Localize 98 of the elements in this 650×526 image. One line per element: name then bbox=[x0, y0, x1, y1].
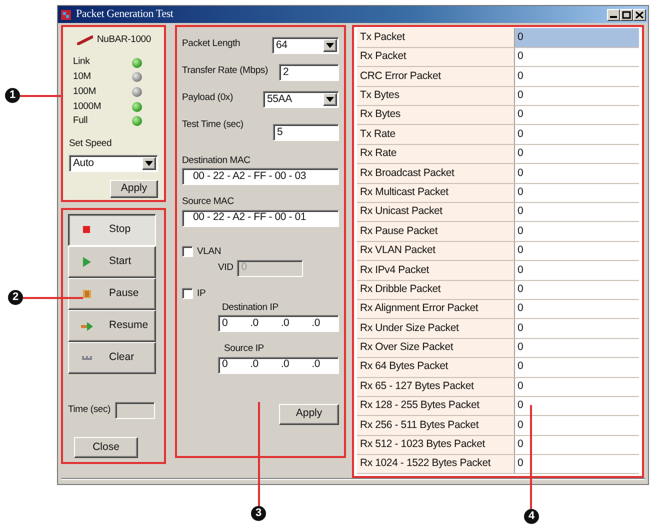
field-label: Test Time (sec) bbox=[182, 118, 244, 132]
statistic-name: Rx Rate bbox=[357, 144, 514, 164]
statistic-name: Rx 512 - 1023 Bytes Packet bbox=[357, 435, 514, 455]
statistic-value[interactable]: 0 bbox=[514, 47, 639, 67]
action-button[interactable]: Pause bbox=[68, 278, 156, 310]
statistic-value[interactable]: 0 bbox=[514, 28, 639, 48]
action-button[interactable]: Start bbox=[68, 246, 156, 278]
statistic-value[interactable]: 0 bbox=[514, 338, 639, 358]
arrow-icon bbox=[81, 320, 93, 332]
callout-number: 2 bbox=[8, 290, 23, 305]
callout-number: 4 bbox=[524, 509, 539, 524]
device-name: NuBAR-1000 bbox=[97, 33, 151, 47]
statistic-value[interactable]: 0 bbox=[514, 144, 639, 164]
statistic-value[interactable]: 0 bbox=[514, 124, 639, 144]
statistic-value[interactable]: 0 bbox=[514, 222, 639, 242]
statistic-name: Rx Bytes bbox=[357, 106, 514, 125]
statistic-name: Rx Over Size Packet bbox=[357, 338, 514, 358]
field-label: Packet Length bbox=[182, 37, 242, 51]
statistic-value[interactable]: 0 bbox=[514, 377, 639, 396]
statistic-name: Rx Multicast Packet bbox=[357, 183, 514, 203]
input-field[interactable]: 2 bbox=[279, 64, 339, 81]
statistic-name: Tx Packet bbox=[357, 28, 514, 48]
statistic-value[interactable]: 0 bbox=[514, 106, 639, 125]
checkbox[interactable] bbox=[182, 246, 193, 258]
statistic-name: Rx 1024 - 1522 Bytes Packet bbox=[357, 454, 514, 474]
statistic-name: Rx Alignment Error Packet bbox=[357, 299, 514, 319]
action-button[interactable]: Clear bbox=[68, 342, 156, 374]
field-label: Payload (0x) bbox=[182, 91, 234, 105]
field-label: Transfer Rate (Mbps) bbox=[182, 64, 269, 78]
input-field[interactable]: 5 bbox=[273, 124, 339, 141]
callout-number: 1 bbox=[5, 88, 20, 103]
indicator-label: 10M bbox=[73, 70, 92, 84]
statistic-value[interactable]: 0 bbox=[514, 66, 639, 86]
play-icon bbox=[81, 256, 93, 268]
statistic-value[interactable]: 0 bbox=[514, 260, 639, 280]
field-label: VID bbox=[218, 261, 234, 276]
field-label: Source IP bbox=[224, 342, 265, 356]
statistic-value[interactable]: 0 bbox=[514, 86, 639, 106]
callout-number: 3 bbox=[251, 506, 266, 521]
field-label: Set Speed bbox=[69, 136, 113, 151]
statistic-name: Rx Broadcast Packet bbox=[357, 164, 514, 184]
speed-select[interactable]: Auto bbox=[69, 154, 158, 172]
statistic-value[interactable]: 0 bbox=[514, 299, 639, 319]
dropdown-field[interactable]: 55AA bbox=[263, 91, 339, 108]
dropdown-field[interactable]: 64 bbox=[272, 37, 339, 54]
minimize-button[interactable] bbox=[607, 8, 620, 20]
field-label: Destination IP bbox=[222, 301, 280, 315]
statistic-value[interactable]: 0 bbox=[514, 241, 639, 261]
mac-field[interactable]: 00 - 22 - A2 - FF - 00 - 03 bbox=[182, 168, 339, 186]
apply-button[interactable]: Apply bbox=[110, 180, 158, 198]
action-button[interactable]: Stop bbox=[68, 214, 156, 246]
statistic-value[interactable]: 0 bbox=[514, 164, 639, 184]
close-button[interactable] bbox=[633, 8, 646, 20]
field-label: Time (sec) bbox=[68, 403, 111, 418]
indicator-label: Link bbox=[73, 55, 91, 70]
statistic-value[interactable]: 0 bbox=[514, 358, 639, 378]
close-button[interactable]: Close bbox=[74, 437, 138, 458]
checkbox-label: IP bbox=[197, 286, 206, 301]
statistic-name: Rx 256 - 511 Bytes Packet bbox=[357, 416, 514, 436]
maximize-icon bbox=[621, 10, 632, 20]
app-icon bbox=[60, 8, 72, 20]
checkbox-label: VLAN bbox=[197, 244, 222, 258]
time-field[interactable] bbox=[114, 402, 155, 419]
statistic-name: Rx 128 - 255 Bytes Packet bbox=[357, 396, 514, 416]
statistic-name: Rx Unicast Packet bbox=[357, 202, 514, 222]
ip-field[interactable]: 0 .0 .0 .0 bbox=[218, 356, 339, 374]
field-label: Destination MAC bbox=[182, 154, 252, 168]
statistic-name: Rx IPv4 Packet bbox=[357, 260, 514, 280]
close-icon bbox=[634, 10, 645, 20]
statistic-value[interactable]: 0 bbox=[514, 280, 639, 300]
mac-field[interactable]: 00 - 22 - A2 - FF - 00 - 01 bbox=[182, 210, 339, 226]
statistic-name: Tx Rate bbox=[357, 124, 514, 144]
indicator-label: Full bbox=[73, 114, 89, 128]
action-button[interactable]: Resume bbox=[68, 310, 156, 342]
ip-field[interactable]: 0 .0 .0 .0 bbox=[218, 315, 339, 332]
cable-icon bbox=[77, 35, 93, 46]
statistic-name: CRC Error Packet bbox=[357, 66, 514, 86]
statistic-name: Rx 64 Bytes Packet bbox=[357, 358, 514, 378]
statistic-value[interactable]: 0 bbox=[514, 318, 639, 338]
apply-button[interactable]: Apply bbox=[279, 404, 339, 424]
field-label: Source MAC bbox=[182, 195, 235, 210]
statistic-name: Rx Dribble Packet bbox=[357, 280, 514, 300]
square-icon bbox=[81, 224, 93, 236]
statistic-name: Rx VLAN Packet bbox=[357, 241, 514, 261]
minimize-icon bbox=[610, 16, 617, 18]
statistic-name: Rx 65 - 127 Bytes Packet bbox=[357, 377, 514, 396]
maximize-button[interactable] bbox=[620, 8, 633, 20]
statistic-name: Rx Under Size Packet bbox=[357, 318, 514, 338]
window-title: Packet Generation Test bbox=[76, 7, 174, 22]
indicator-label: 100M bbox=[73, 84, 97, 99]
statistic-value[interactable]: 0 bbox=[514, 183, 639, 203]
checkbox[interactable] bbox=[182, 288, 193, 300]
statistic-value[interactable]: 0 bbox=[514, 202, 639, 222]
statistic-name: Tx Bytes bbox=[357, 86, 514, 106]
statistic-name: Rx Packet bbox=[357, 47, 514, 67]
indicator-label: 1000M bbox=[73, 100, 102, 114]
statistic-name: Rx Pause Packet bbox=[357, 222, 514, 242]
pause-icon bbox=[81, 288, 93, 300]
